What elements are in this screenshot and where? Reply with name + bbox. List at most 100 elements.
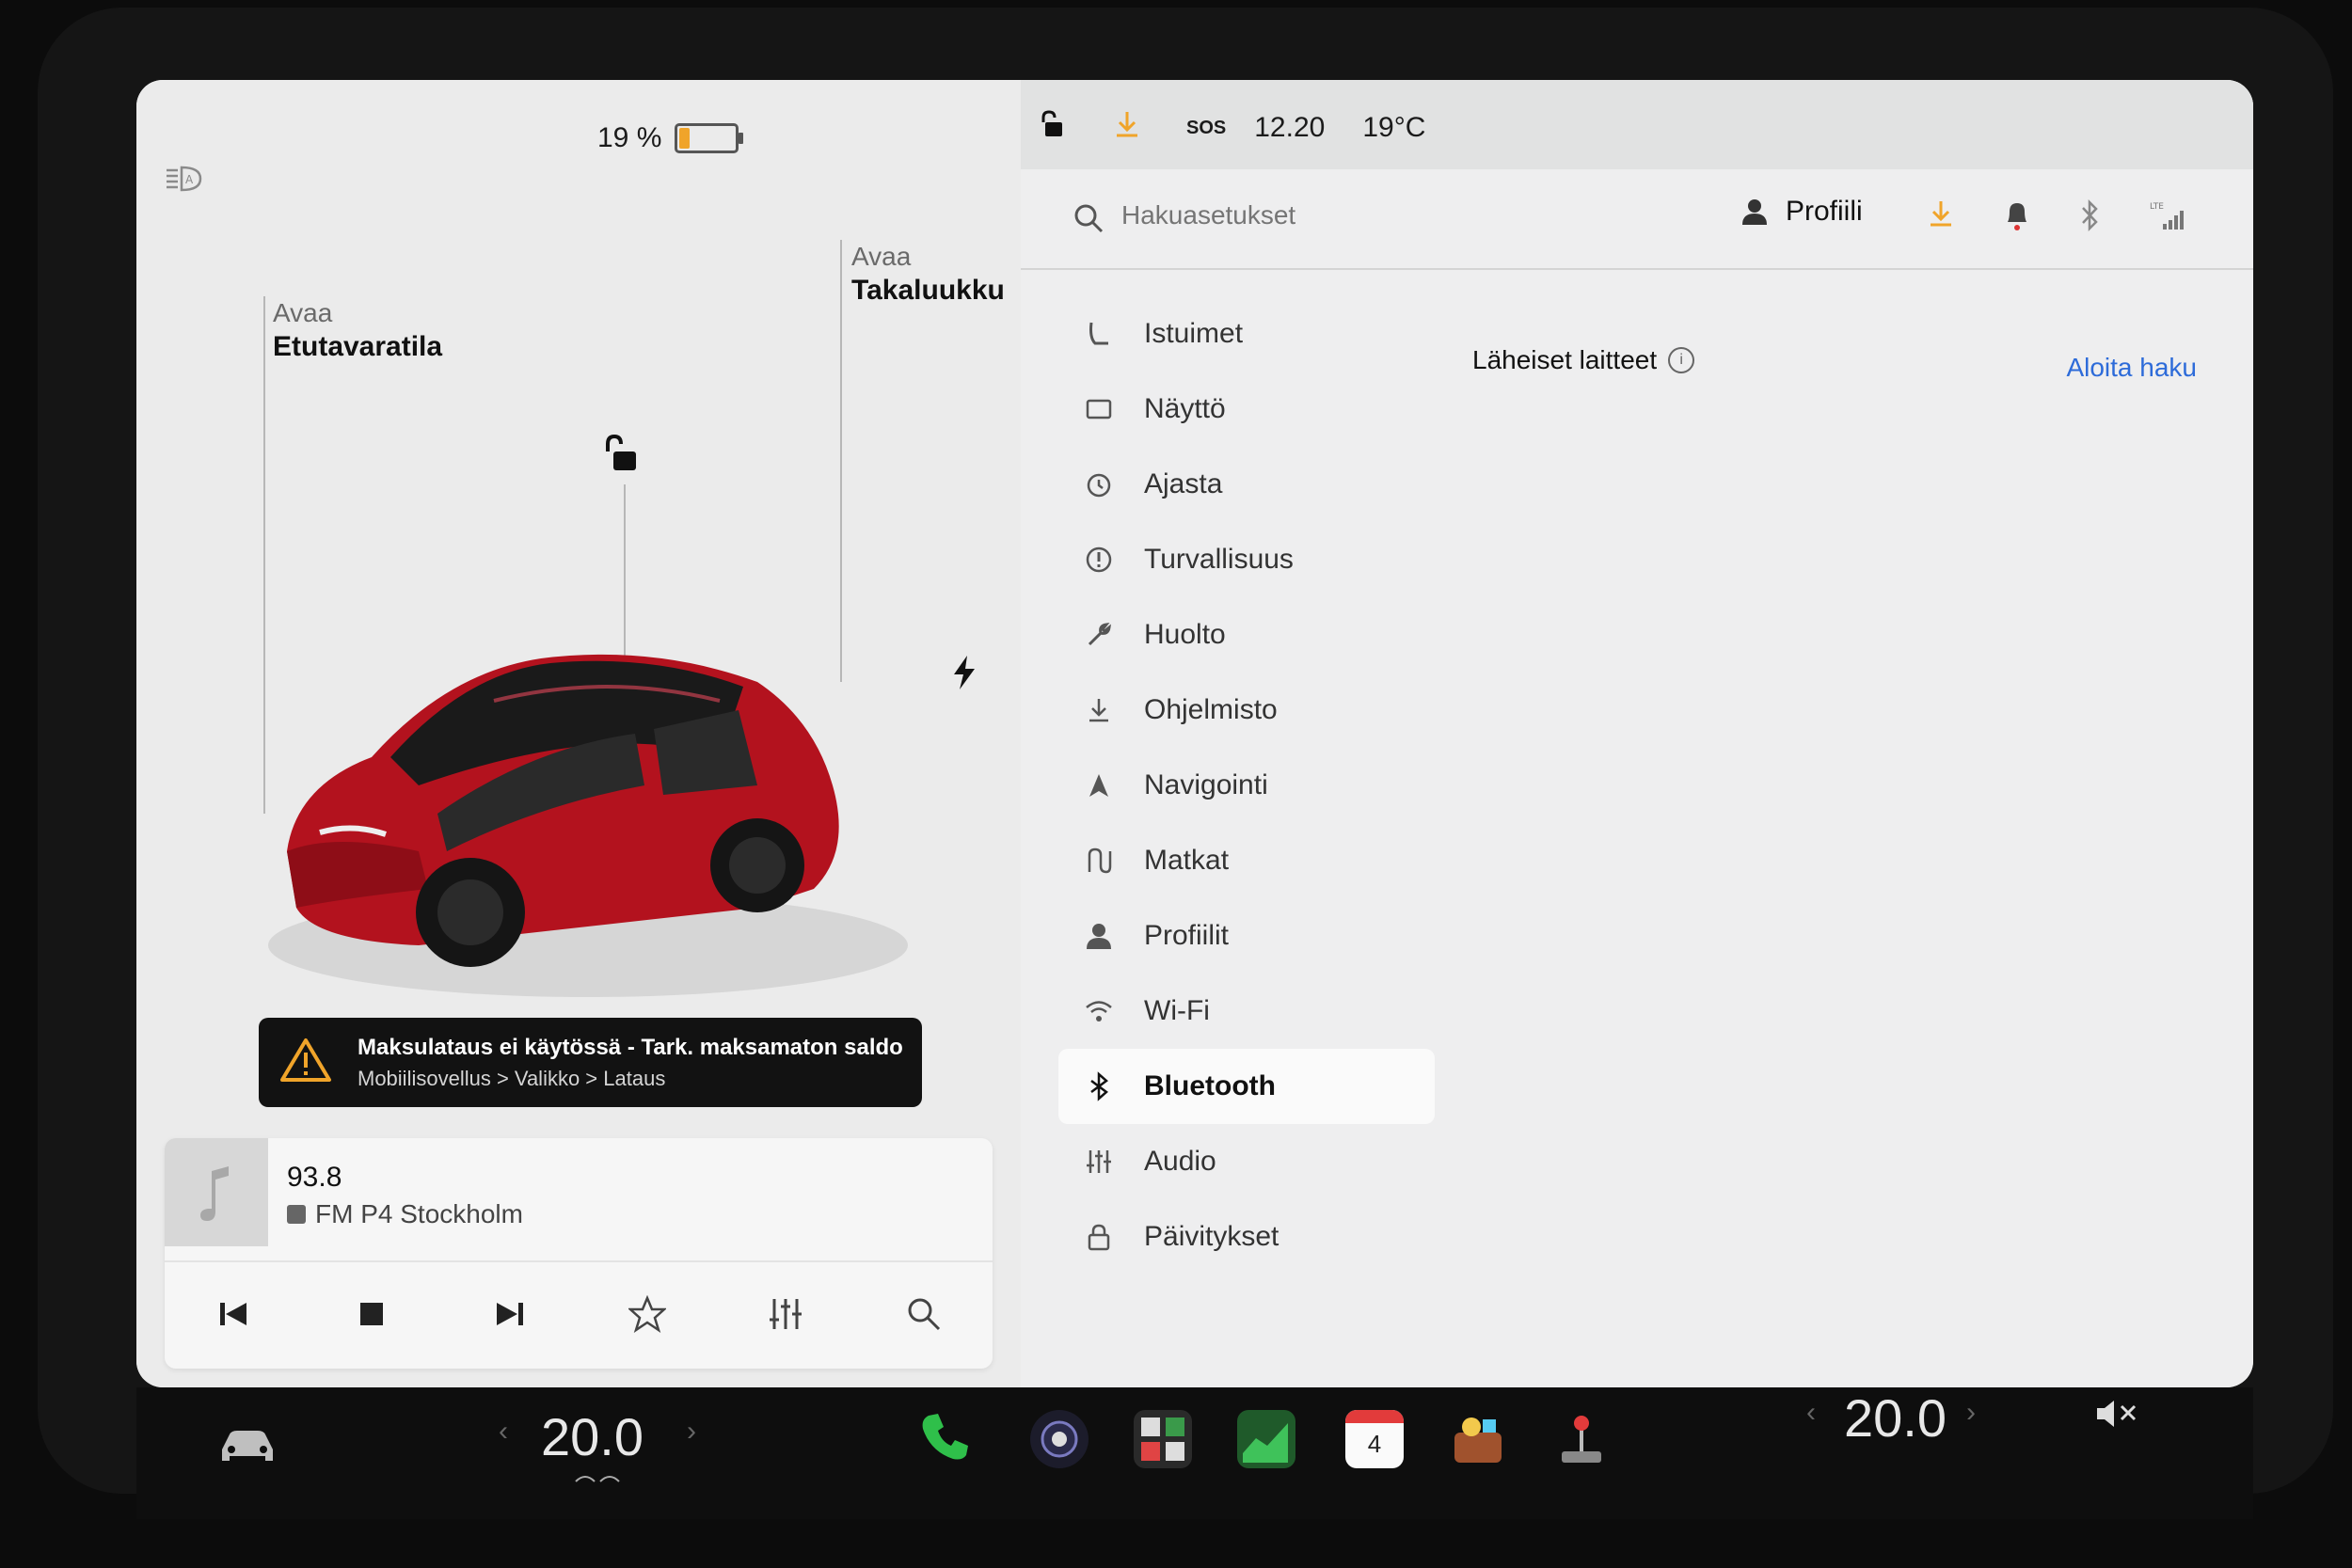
- nearby-devices-label: Läheiset laitteet: [1472, 345, 1658, 374]
- settings-search-input[interactable]: [1120, 199, 1594, 231]
- settings-menu-item[interactable]: Turvallisuus: [1058, 522, 1435, 597]
- phone-app-icon[interactable]: [917, 1408, 974, 1469]
- settings-menu-label: Navigointi: [1144, 769, 1268, 800]
- settings-menu-item[interactable]: Ohjelmisto: [1058, 673, 1435, 748]
- settings-menu-item[interactable]: Navigointi: [1058, 748, 1435, 823]
- star-icon: [628, 1295, 667, 1333]
- clock: 12.20: [1254, 112, 1326, 143]
- outside-temperature: 19°C: [1362, 112, 1426, 143]
- settings-menu-item[interactable]: Profiilit: [1058, 898, 1435, 974]
- music-note-icon: [200, 1166, 229, 1221]
- arcade-app-icon[interactable]: [1552, 1410, 1611, 1468]
- sos-icon[interactable]: SOS: [1186, 118, 1226, 139]
- settings-menu-item[interactable]: Näyttö: [1058, 372, 1435, 447]
- seat-icon: [1082, 317, 1116, 351]
- calendar-app-icon[interactable]: 4: [1345, 1410, 1404, 1468]
- lock-status-icon[interactable]: [1040, 110, 1068, 146]
- touchscreen: A 19 % Avaa Etutavaratila Avaa Takaluukk…: [136, 80, 2253, 1387]
- battery-status[interactable]: 19 %: [597, 122, 744, 154]
- defrost-icon[interactable]: [574, 1470, 621, 1494]
- settings-menu-item[interactable]: Audio: [1058, 1124, 1435, 1199]
- profile-icon: [1082, 919, 1116, 953]
- settings-menu-label: Ohjelmisto: [1144, 694, 1278, 725]
- download-icon: [1082, 693, 1116, 727]
- media-search-button[interactable]: [896, 1286, 952, 1342]
- display-icon: [1082, 392, 1116, 426]
- driver-temp-up[interactable]: ›: [687, 1416, 696, 1448]
- svg-text:LTE: LTE: [2150, 202, 2164, 212]
- map-strip: SOS 12.20 19°C: [1021, 80, 2253, 169]
- app-launcher-icon[interactable]: [1134, 1410, 1192, 1468]
- warning-icon: [279, 1037, 332, 1088]
- trunk-label: Takaluukku: [851, 275, 1005, 306]
- media-player: 93.8 FM P4 Stockholm: [165, 1138, 993, 1369]
- profile-button[interactable]: Profiili: [1740, 196, 1863, 228]
- trunk-button[interactable]: Avaa Takaluukku: [851, 240, 1005, 308]
- stop-button[interactable]: [343, 1286, 400, 1342]
- settings-menu-label: Matkat: [1144, 845, 1230, 876]
- volume-mute-icon[interactable]: [2093, 1397, 2142, 1435]
- settings-panel: SOS 12.20 19°C Profiili: [1021, 80, 2253, 1387]
- search-icon: [1073, 202, 1104, 239]
- start-search-button[interactable]: Aloita haku: [2066, 353, 2197, 383]
- station-label: FM P4 Stockholm: [315, 1199, 523, 1228]
- lte-signal-icon: LTE: [2150, 199, 2187, 236]
- settings-menu-label: Wi-Fi: [1144, 995, 1210, 1026]
- notification-bell-icon[interactable]: [2004, 199, 2030, 236]
- previous-track-button[interactable]: [205, 1286, 262, 1342]
- radio-frequency: 93.8: [287, 1162, 342, 1193]
- passenger-temp-up[interactable]: ›: [1966, 1397, 1976, 1429]
- software-update-icon[interactable]: [1115, 110, 1139, 146]
- trunk-label-action: Avaa: [851, 242, 912, 271]
- frunk-button[interactable]: Avaa Etutavaratila: [273, 296, 442, 364]
- car-icon[interactable]: [216, 1425, 278, 1471]
- settings-menu-item[interactable]: Ajasta: [1058, 447, 1435, 522]
- charging-alert[interactable]: Maksulataus ei käytössä - Tark. maksamat…: [259, 1018, 922, 1107]
- battery-icon: [675, 123, 744, 153]
- unlock-icon[interactable]: [602, 433, 644, 479]
- settings-menu-label: Huolto: [1144, 619, 1226, 650]
- settings-menu-item[interactable]: Istuimet: [1058, 296, 1435, 372]
- download-icon[interactable]: [1929, 199, 1953, 232]
- wifi-icon: [1082, 994, 1116, 1028]
- trips-icon: [1082, 844, 1116, 878]
- energy-app-icon[interactable]: [1237, 1410, 1295, 1468]
- settings-menu-item[interactable]: Huolto: [1058, 597, 1435, 673]
- station-name: FM P4 Stockholm: [287, 1199, 523, 1229]
- equalizer-button[interactable]: [757, 1286, 814, 1342]
- settings-menu-item[interactable]: Wi-Fi: [1058, 974, 1435, 1049]
- auto-headlights-icon[interactable]: A: [165, 165, 202, 198]
- driver-temperature[interactable]: 20.0: [541, 1406, 644, 1467]
- album-art: [165, 1138, 268, 1246]
- settings-menu-label: Audio: [1144, 1146, 1216, 1177]
- bottom-dock: ‹ 20.0 › 4 ‹ 20.0 ›: [136, 1387, 2253, 1519]
- settings-menu-item[interactable]: Päivitykset: [1058, 1199, 1435, 1275]
- info-icon[interactable]: i: [1668, 347, 1695, 373]
- settings-menu-label: Profiilit: [1144, 920, 1230, 951]
- media-controls: [165, 1260, 993, 1366]
- calendar-day: 4: [1367, 1430, 1382, 1458]
- radio-icon: [287, 1205, 306, 1224]
- next-track-button[interactable]: [482, 1286, 538, 1342]
- settings-menu-label: Istuimet: [1144, 318, 1244, 349]
- frunk-label: Etutavaratila: [273, 331, 443, 362]
- settings-menu-label: Bluetooth: [1144, 1070, 1276, 1101]
- svg-text:A: A: [185, 173, 194, 186]
- settings-header: Profiili LTE: [1021, 169, 2253, 270]
- profile-label: Profiili: [1786, 196, 1863, 227]
- toybox-app-icon[interactable]: [1449, 1410, 1507, 1468]
- bluetooth-status-icon[interactable]: [2079, 198, 2100, 236]
- settings-menu-item[interactable]: Matkat: [1058, 823, 1435, 898]
- settings-menu-label: Päivitykset: [1144, 1221, 1279, 1252]
- camera-app-icon[interactable]: [1030, 1410, 1089, 1468]
- settings-menu-item[interactable]: Bluetooth: [1058, 1049, 1435, 1124]
- lock-icon: [1082, 1220, 1116, 1254]
- search-icon: [908, 1298, 940, 1331]
- stop-icon: [359, 1303, 383, 1325]
- driver-temp-down[interactable]: ‹: [499, 1416, 508, 1448]
- charge-port-icon[interactable]: [950, 654, 978, 696]
- passenger-temp-down[interactable]: ‹: [1806, 1397, 1816, 1429]
- previous-icon: [220, 1303, 247, 1325]
- favorite-button[interactable]: [619, 1286, 675, 1342]
- passenger-temperature[interactable]: 20.0: [1844, 1387, 1947, 1449]
